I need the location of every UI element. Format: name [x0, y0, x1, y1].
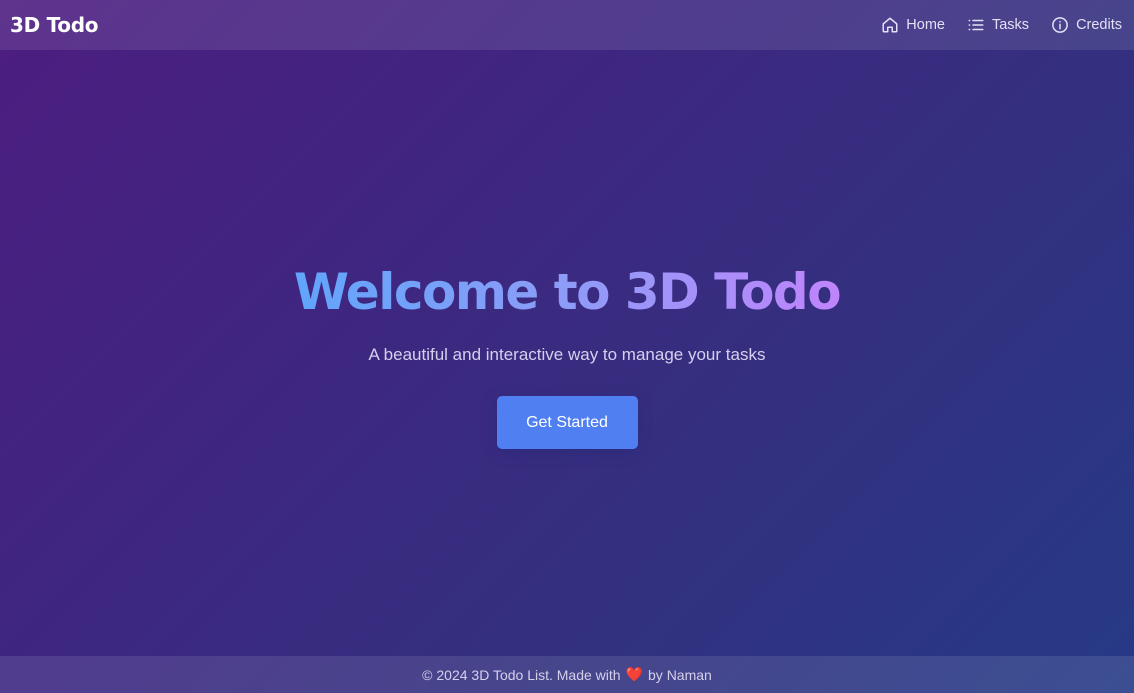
list-icon	[967, 16, 985, 34]
heart-icon: ❤️	[625, 666, 644, 682]
hero-section: Welcome to 3D Todo A beautiful and inter…	[0, 50, 1134, 656]
nav-link-label: Credits	[1076, 17, 1122, 33]
nav-link-credits[interactable]: Credits	[1051, 16, 1122, 34]
nav-link-home[interactable]: Home	[881, 16, 945, 34]
nav-link-tasks[interactable]: Tasks	[967, 16, 1029, 34]
hero-title: Welcome to 3D Todo	[293, 263, 842, 321]
footer-text-after: by Naman	[648, 666, 712, 683]
footer: © 2024 3D Todo List. Made with ❤️ by Nam…	[0, 656, 1134, 693]
nav-links: Home Tasks Credits	[881, 16, 1122, 34]
hero-subtitle: A beautiful and interactive way to manag…	[368, 345, 766, 364]
nav-link-label: Tasks	[991, 17, 1030, 33]
get-started-button[interactable]: Get Started	[496, 396, 638, 449]
footer-text-before: © 2024 3D Todo List. Made with	[422, 666, 621, 683]
info-icon	[1051, 16, 1069, 34]
navbar: 3D Todo Home Tasks Credits	[0, 0, 1134, 50]
brand-logo[interactable]: 3D Todo	[10, 13, 98, 37]
home-icon	[881, 16, 899, 34]
nav-link-label: Home	[906, 17, 945, 33]
